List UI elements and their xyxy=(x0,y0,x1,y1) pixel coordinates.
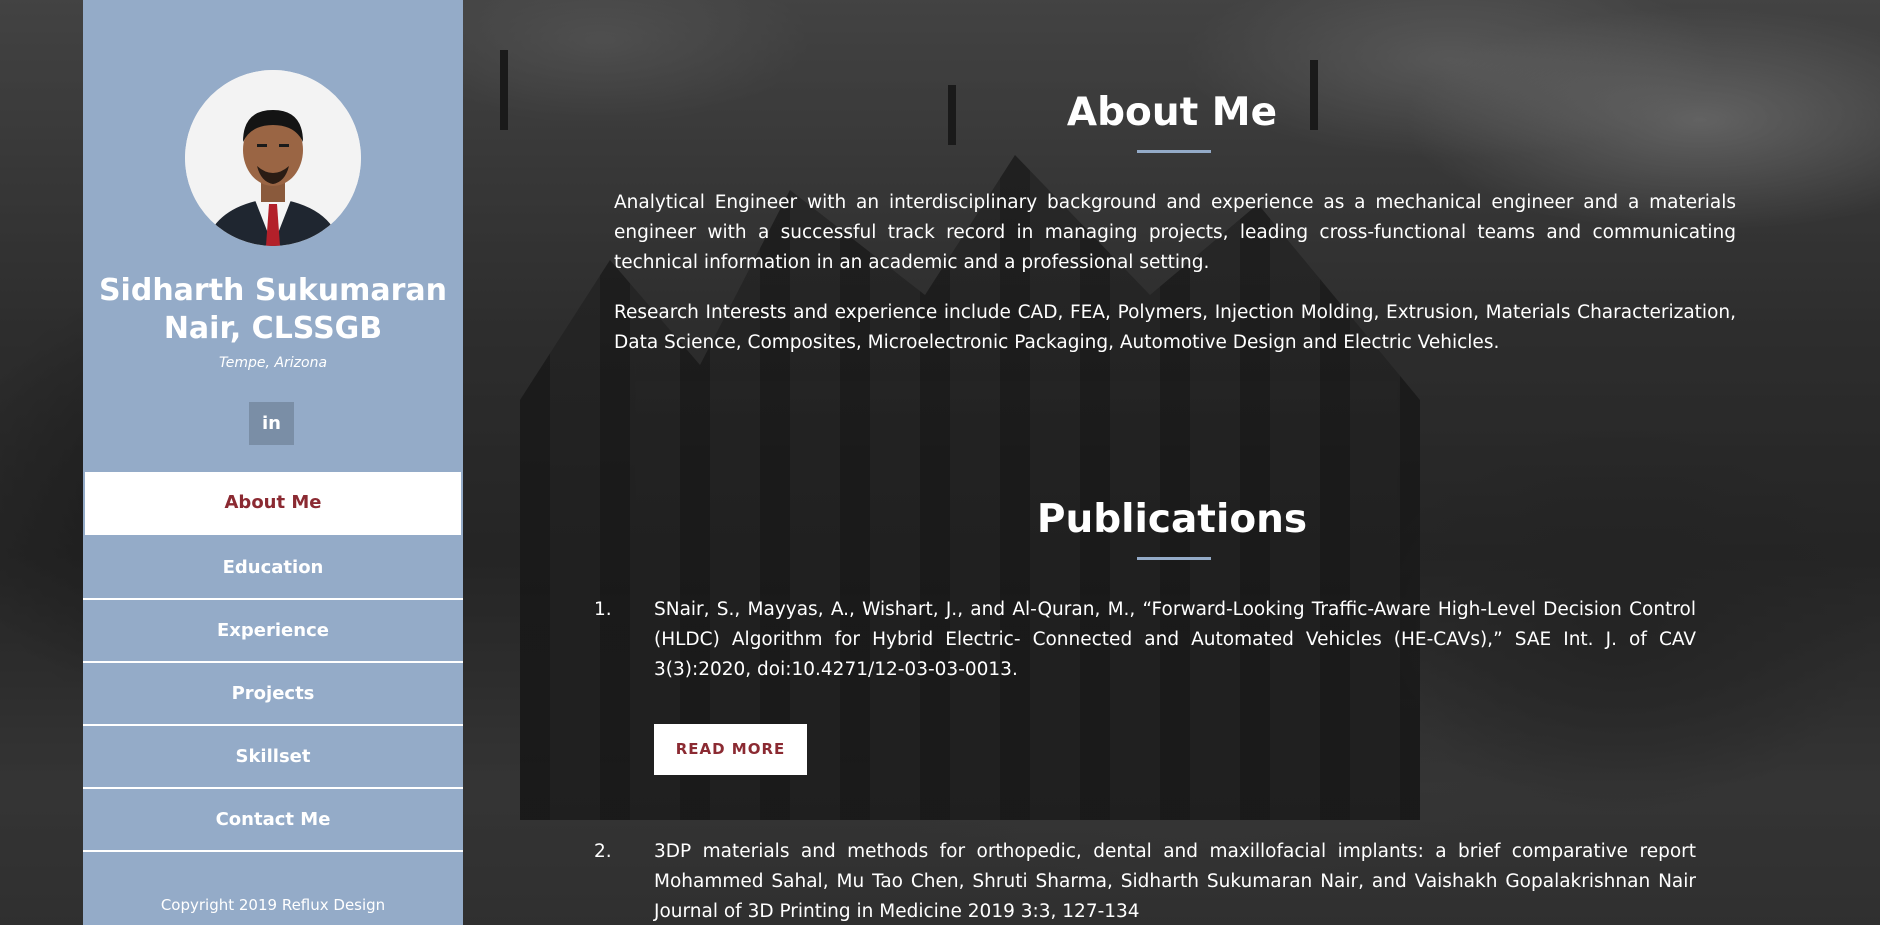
nav-item-skillset[interactable]: Skillset xyxy=(83,726,463,789)
profile-name: Sidharth Sukumaran Nair, CLSSGB xyxy=(83,272,463,348)
profile-name-line2: Nair, CLSSGB xyxy=(163,311,383,346)
publication-number: 2. xyxy=(594,841,612,862)
nav-item-about-me[interactable]: About Me xyxy=(83,470,463,537)
avatar xyxy=(185,70,361,246)
about-title-underline xyxy=(1137,150,1211,153)
nav-item-projects[interactable]: Projects xyxy=(83,663,463,726)
main-content: About Me Analytical Engineer with an int… xyxy=(464,0,1880,925)
about-paragraph-2: Research Interests and experience includ… xyxy=(614,302,1736,353)
publication-text: SNair, S., Mayyas, A., Wishart, J., and … xyxy=(654,599,1696,680)
about-title: About Me xyxy=(1066,90,1278,135)
copyright-text: Copyright 2019 Reflux Design xyxy=(160,896,386,914)
nav-item-contact-me[interactable]: Contact Me xyxy=(83,789,463,852)
read-more-button[interactable]: READ MORE xyxy=(654,724,807,775)
sidebar-nav: About Me Education Experience Projects S… xyxy=(83,470,463,852)
sidebar: Sidharth Sukumaran Nair, CLSSGB Tempe, A… xyxy=(83,0,463,925)
nav-item-education[interactable]: Education xyxy=(83,537,463,600)
profile-name-line1: Sidharth Sukumaran xyxy=(98,273,448,308)
publications-title-underline xyxy=(1137,557,1211,560)
linkedin-icon[interactable]: in xyxy=(249,402,294,445)
publication-number: 1. xyxy=(594,599,612,620)
profile-location: Tempe, Arizona xyxy=(218,355,328,371)
nav-item-experience[interactable]: Experience xyxy=(83,600,463,663)
publication-text: 3DP materials and methods for orthopedic… xyxy=(654,841,1696,922)
publications-title: Publications xyxy=(1036,497,1308,542)
avatar-portrait-image xyxy=(185,70,361,246)
about-paragraph-1: Analytical Engineer with an interdiscipl… xyxy=(614,192,1736,273)
